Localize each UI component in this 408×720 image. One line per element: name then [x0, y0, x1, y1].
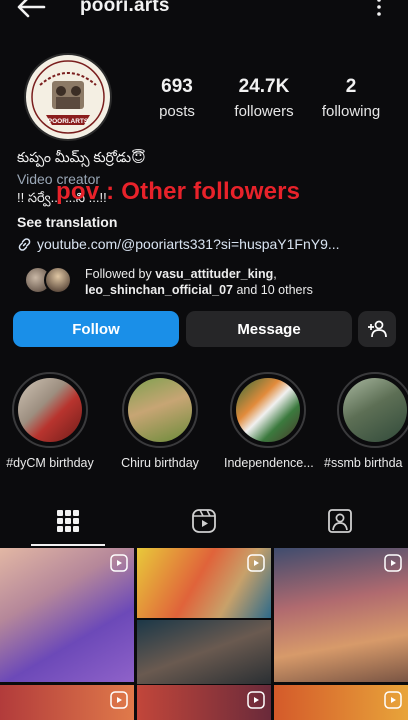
post-thumbnail[interactable] [0, 685, 134, 720]
bio-link[interactable]: youtube.com/@pooriarts331?si=huspaY1FnY9… [17, 236, 340, 252]
tab-posts[interactable] [0, 497, 136, 545]
reels-icon [384, 554, 402, 572]
top-bar: poori.arts [0, 0, 408, 26]
highlight-item[interactable]: #ssmb birthda [324, 372, 408, 470]
person-add-icon [368, 320, 387, 338]
post-thumbnail[interactable] [137, 620, 271, 684]
poori-arts-logo: POORI.ARTS [28, 57, 108, 137]
reels-icon [247, 554, 265, 572]
followers-count: 24.7K [238, 76, 290, 97]
highlight-label: #ssmb birthda [324, 456, 403, 470]
highlight-item[interactable]: #dyCM birthday [6, 372, 94, 470]
followed-by-suffix: and 10 others [232, 283, 313, 297]
reels-icon [110, 691, 128, 709]
grid-icon [57, 510, 79, 532]
post-thumbnail[interactable] [274, 548, 408, 682]
mutual-follower-avatars[interactable] [24, 266, 76, 294]
highlight-cover [128, 378, 192, 442]
mutual-username: leo_shinchan_official_07 [85, 283, 233, 297]
posts-label: posts [159, 103, 195, 120]
stat-posts[interactable]: 693 posts [150, 76, 204, 120]
highlight-cover [236, 378, 300, 442]
highlight-label: Independence... [224, 456, 314, 470]
post-thumbnail[interactable] [137, 548, 271, 618]
profile-avatar[interactable]: POORI.ARTS [24, 53, 112, 141]
highlight-cover [343, 378, 407, 442]
highlight-item[interactable]: Independence... [224, 372, 314, 470]
followed-by-text[interactable]: Followed by vasu_attituder_king, leo_shi… [85, 266, 313, 298]
mutual-avatar [44, 266, 72, 294]
reels-icon [384, 691, 402, 709]
reels-icon [110, 554, 128, 572]
bio-name: కుప్పం మీమ్స్ కుర్రోడు😇 [17, 149, 146, 165]
suggested-users-button[interactable] [358, 311, 396, 347]
followed-by-prefix: Followed by [85, 267, 156, 281]
arrow-left-icon[interactable] [14, 0, 48, 20]
highlight-ring [337, 372, 408, 448]
more-vertical-icon[interactable] [374, 0, 384, 16]
followers-label: followers [234, 103, 294, 120]
active-tab-indicator [31, 544, 105, 546]
post-thumbnail[interactable] [274, 685, 408, 720]
link-icon [18, 237, 31, 251]
message-button[interactable]: Message [186, 311, 352, 347]
overlay-caption: pov : Other followers [56, 178, 301, 205]
post-thumbnail[interactable] [137, 685, 271, 720]
tab-tagged[interactable] [272, 497, 408, 545]
follow-button[interactable]: Follow [13, 311, 179, 347]
posts-grid [0, 548, 408, 720]
tagged-person-icon [328, 509, 352, 533]
profile-username: poori.arts [80, 0, 170, 16]
highlight-item[interactable]: Chiru birthday [116, 372, 204, 470]
followed-by-separator: , [273, 267, 277, 281]
stat-following[interactable]: 2 following [314, 76, 388, 120]
highlight-label: #dyCM birthday [6, 456, 94, 470]
see-translation-link[interactable]: See translation [17, 214, 117, 230]
reels-icon [247, 691, 265, 709]
highlight-ring [230, 372, 306, 448]
svg-text:POORI.ARTS: POORI.ARTS [48, 118, 89, 125]
reels-icon [192, 509, 216, 533]
stat-followers[interactable]: 24.7K followers [226, 76, 302, 120]
highlight-label: Chiru birthday [121, 456, 199, 470]
highlight-ring [122, 372, 198, 448]
highlight-cover [18, 378, 82, 442]
tab-reels[interactable] [136, 497, 272, 545]
post-thumbnail[interactable] [0, 548, 134, 682]
highlight-ring [12, 372, 88, 448]
mutual-username: vasu_attituder_king [155, 267, 274, 281]
posts-count: 693 [161, 76, 193, 97]
bio-link-text: youtube.com/@pooriarts331?si=huspaY1FnY9… [37, 236, 340, 252]
following-label: following [321, 103, 381, 120]
profile-tabs [0, 497, 408, 547]
following-count: 2 [345, 76, 357, 97]
